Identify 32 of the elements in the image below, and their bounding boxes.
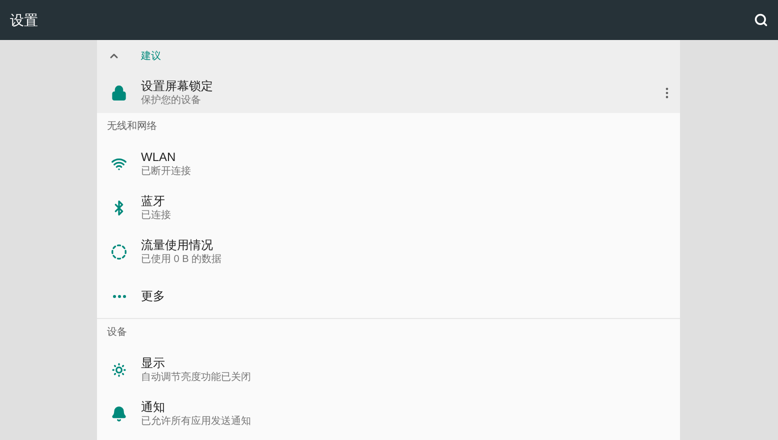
settings-item[interactable]: 显示 自动调节亮度功能已关闭 (97, 348, 680, 392)
item-title: 更多 (141, 288, 166, 304)
item-summary: 已连接 (141, 209, 172, 222)
settings-item[interactable]: 流量使用情况 已使用 0 B 的数据 (97, 230, 680, 274)
bell-icon (111, 406, 127, 422)
item-title: WLAN (141, 150, 177, 165)
settings-item[interactable]: 蓝牙 已连接 (97, 186, 680, 230)
suggestions-header[interactable]: 建议 (97, 40, 680, 72)
search-icon[interactable] (754, 13, 768, 27)
settings-item[interactable]: 更多 (97, 274, 680, 318)
ring-icon (111, 244, 127, 260)
settings-item[interactable]: 设置屏幕锁定 保护您的设备 (97, 72, 680, 113)
settings-item[interactable]: 通知 已允许所有应用发送通知 (97, 392, 680, 436)
item-summary: 自动调节亮度功能已关闭 (141, 371, 252, 384)
item-title: 流量使用情况 (141, 238, 214, 253)
item-title: 通知 (141, 400, 166, 415)
wifi-icon (111, 156, 127, 172)
item-summary: 保护您的设备 (141, 94, 202, 106)
brightness-icon (111, 362, 127, 378)
item-summary: 已断开连接 (141, 165, 192, 178)
item-title: 显示 (141, 356, 166, 371)
lock-icon (111, 84, 127, 100)
section-header: 设备 (107, 326, 127, 340)
more-icon (112, 294, 126, 298)
item-title: 蓝牙 (141, 194, 166, 209)
section-header: 无线和网络 (107, 120, 157, 134)
item-title: 设置屏幕锁定 (141, 78, 214, 94)
item-summary: 已使用 0 B 的数据 (141, 253, 223, 266)
settings-item[interactable]: WLAN 已断开连接 (97, 142, 680, 186)
suggestions-label: 建议 (141, 50, 161, 64)
item-summary: 已允许所有应用发送通知 (141, 415, 252, 428)
app-title: 设置 (10, 10, 38, 30)
